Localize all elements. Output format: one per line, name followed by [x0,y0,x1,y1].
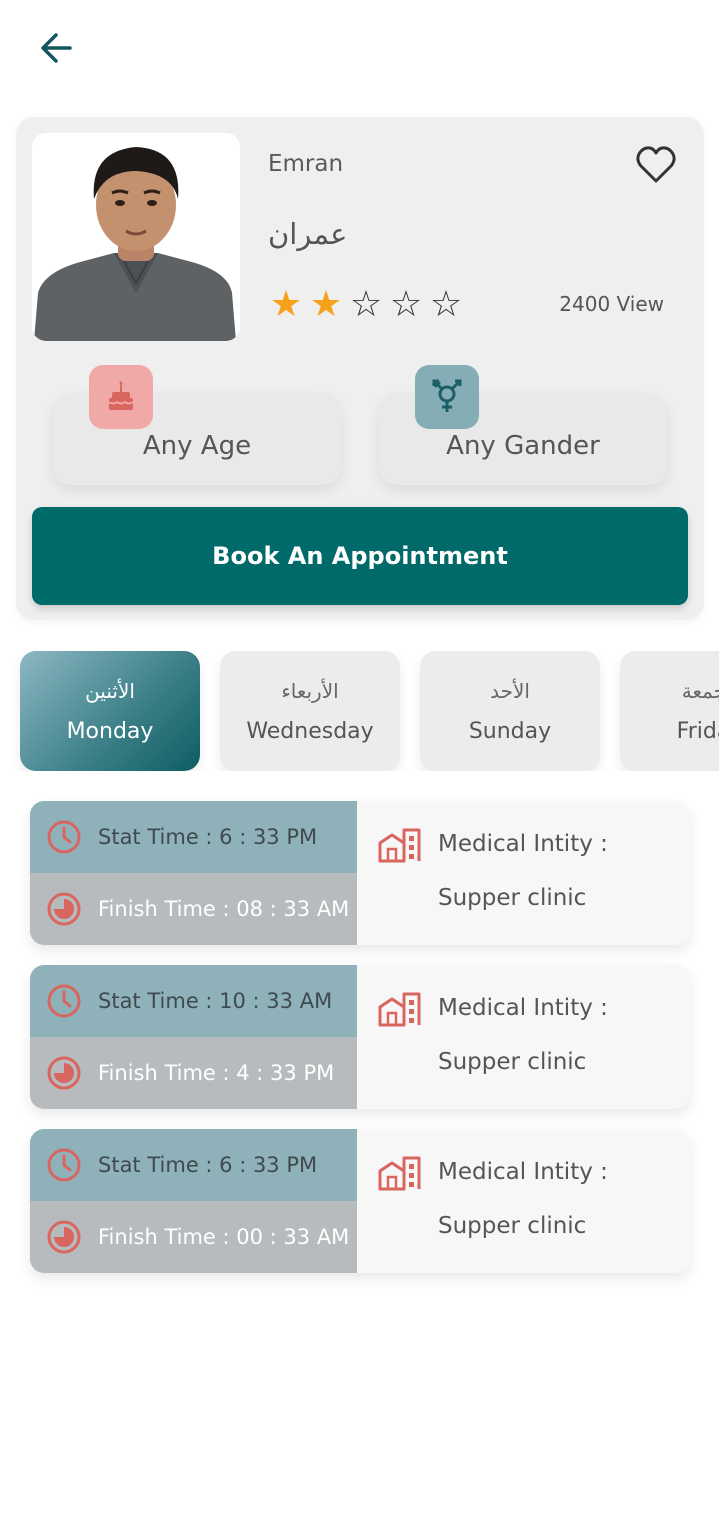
finish-time: Finish Time : 08 : 33 AM [98,897,350,921]
star-empty-icon: ☆ [389,284,423,325]
star-filled-icon: ★ [309,284,343,325]
entity-value: Supper clinic [438,1213,587,1239]
finish-time-row: Finish Time : 4 : 33 PM [30,1037,357,1109]
entity-label: Medical Intity : [438,1159,608,1185]
finish-time: Finish Time : 00 : 33 AM [98,1225,350,1249]
arrow-left-icon [41,33,72,63]
clock-icon [47,1148,81,1182]
start-time-row: Stat Time : 10 : 33 AM [30,965,357,1037]
day-label-en: Wednesday [246,718,374,744]
schedule-card[interactable]: Stat Time : 10 : 33 AM Finish Time : 4 :… [30,965,690,1109]
start-time-row: Stat Time : 6 : 33 PM [30,801,357,873]
day-label-ar: الأحد [490,678,530,703]
clock-icon [47,984,81,1018]
day-tab-monday[interactable]: الأثنين Monday [20,651,200,771]
entity-label: Medical Intity : [438,995,608,1021]
gender-icon [415,365,479,429]
entity-value: Supper clinic [438,885,587,911]
schedule-card[interactable]: Stat Time : 6 : 33 PM Finish Time : 00 :… [30,1129,690,1273]
time-column: Stat Time : 6 : 33 PM Finish Time : 08 :… [30,801,357,945]
start-time: Stat Time : 6 : 33 PM [98,1153,318,1177]
star-empty-icon: ☆ [429,284,463,325]
back-button[interactable] [36,28,76,68]
view-count: 2400 View [559,292,664,316]
day-tab-sunday[interactable]: الأحد Sunday [420,651,600,771]
cake-icon [89,365,153,429]
building-icon [378,992,421,1027]
doctor-name-en: Emran [268,151,344,177]
gender-label: Any Gander [446,431,600,461]
finish-time-row: Finish Time : 00 : 33 AM [30,1201,357,1273]
heart-outline-icon [636,146,676,183]
time-column: Stat Time : 10 : 33 AM Finish Time : 4 :… [30,965,357,1109]
timer-pie-icon [47,1220,81,1254]
star-empty-icon: ☆ [349,284,383,325]
clock-icon [47,820,81,854]
doctor-profile-card: Emran عمران ★ ★ ☆ ☆ ☆ 2400 View Any Age … [16,117,704,620]
start-time-row: Stat Time : 6 : 33 PM [30,1129,357,1201]
doctor-portrait [32,133,240,341]
day-label-ar: الأثنين [85,678,135,703]
doctor-photo [32,133,240,341]
age-label: Any Age [142,431,252,461]
start-time: Stat Time : 6 : 33 PM [98,825,318,849]
day-label-en: Sunday [468,718,552,744]
day-selector: الأثنين Monday الأربعاء Wednesday الأحد … [0,651,719,771]
book-appointment-button[interactable]: Book An Appointment [32,507,688,605]
star-filled-icon: ★ [269,284,303,325]
building-icon [378,828,421,863]
day-label-ar: الأربعاء [281,678,339,703]
finish-time: Finish Time : 4 : 33 PM [98,1061,335,1085]
start-time: Stat Time : 10 : 33 AM [98,989,333,1013]
day-label-ar: الجمعة [681,678,719,703]
day-label-en: Monday [66,718,154,744]
time-column: Stat Time : 6 : 33 PM Finish Time : 00 :… [30,1129,357,1273]
building-icon [378,1156,421,1191]
entity-value: Supper clinic [438,1049,587,1075]
rating-stars: ★ ★ ☆ ☆ ☆ [268,285,464,325]
doctor-name-ar: عمران [268,217,348,251]
finish-time-row: Finish Time : 08 : 33 AM [30,873,357,945]
schedule-card[interactable]: Stat Time : 6 : 33 PM Finish Time : 08 :… [30,801,690,945]
entity-label: Medical Intity : [438,831,608,857]
favorite-button[interactable] [634,143,678,187]
day-tab-friday[interactable]: الجمعة Friday [620,651,719,771]
timer-pie-icon [47,1056,81,1090]
day-label-en: Friday [676,718,719,744]
day-tab-wednesday[interactable]: الأربعاء Wednesday [220,651,400,771]
timer-pie-icon [47,892,81,926]
